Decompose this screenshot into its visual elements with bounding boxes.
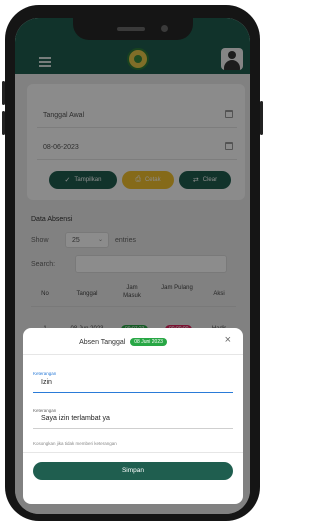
help-text: Kosongkan jika tidak memberi keterangan — [33, 441, 117, 446]
power-button — [260, 101, 263, 135]
modal-footer-divider — [23, 452, 243, 453]
date-badge: 08 Juni 2023 — [130, 338, 167, 346]
speaker-grille — [116, 27, 145, 31]
close-icon[interactable]: × — [225, 334, 231, 346]
front-camera — [160, 25, 168, 32]
note-field-value: Saya izin terlambat ya — [41, 415, 110, 422]
status-field-label: Keterangan — [33, 371, 57, 376]
modal-header-divider — [23, 354, 243, 355]
note-field-label: Keterangan — [33, 408, 57, 413]
volume-down-button — [2, 111, 5, 135]
status-field[interactable]: Izin — [33, 379, 233, 393]
phone-notch — [72, 18, 193, 40]
note-field[interactable]: Saya izin terlambat ya — [33, 415, 233, 429]
modal-title-text: Absen Tanggal — [79, 339, 126, 346]
attendance-modal: Absen Tanggal 08 Juni 2023 × Keterangan … — [23, 328, 243, 504]
status-field-value: Izin — [41, 379, 52, 386]
volume-up-button — [2, 81, 5, 105]
save-button[interactable]: Simpan — [33, 462, 233, 480]
modal-title: Absen Tanggal 08 Juni 2023 — [23, 338, 223, 346]
